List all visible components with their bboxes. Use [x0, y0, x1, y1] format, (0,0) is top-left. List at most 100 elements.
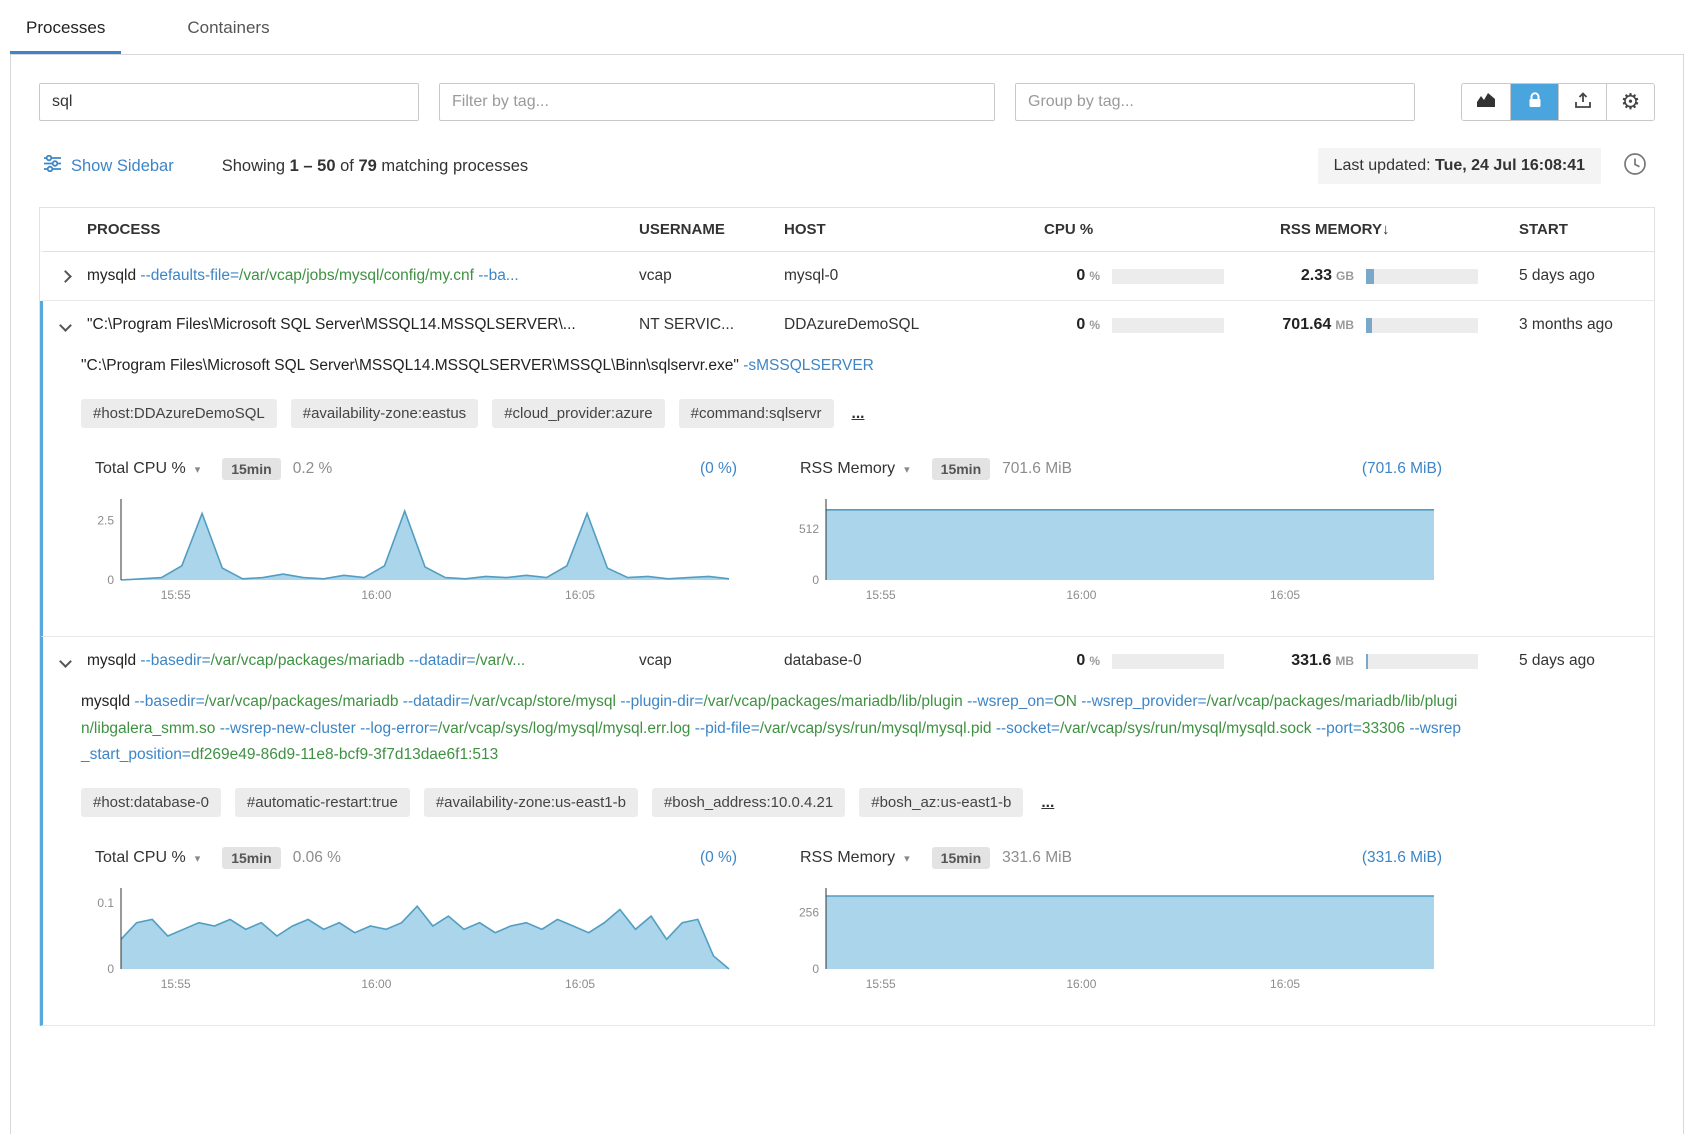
export-button[interactable] [1558, 84, 1606, 120]
svg-text:16:00: 16:00 [1066, 977, 1096, 991]
process-charts: Total CPU % ▾ 15min 0.2 % (0 %) 02.515:5… [81, 452, 1614, 606]
tag-pill[interactable]: #host:database-0 [81, 788, 221, 817]
refresh-timer-button[interactable] [1615, 147, 1655, 185]
svg-text:256: 256 [799, 906, 819, 920]
svg-text:15:55: 15:55 [161, 977, 191, 991]
tab-containers[interactable]: Containers [171, 14, 285, 54]
rss-bar [1366, 654, 1478, 669]
area-chart-icon [1476, 92, 1496, 113]
filter-bar: ⚙ [39, 83, 1655, 121]
process-start: 5 days ago [1489, 267, 1654, 285]
timeseries-view-button[interactable] [1462, 84, 1510, 120]
process-cpu-cell: 0% [1004, 267, 1234, 285]
memory-chart-value: 331.6 MiB [1002, 849, 1072, 867]
memory-chart-max-link[interactable]: (331.6 MiB) [1362, 849, 1442, 867]
column-header-username[interactable]: USERNAME [639, 221, 784, 238]
settings-button[interactable]: ⚙ [1606, 84, 1654, 120]
svg-text:16:00: 16:00 [1066, 588, 1096, 602]
chevron-down-icon[interactable]: ▾ [904, 463, 910, 476]
chevron-down-icon[interactable] [43, 321, 87, 330]
time-window-badge: 15min [932, 458, 990, 480]
process-row: "C:\Program Files\Microsoft SQL Server\M… [40, 301, 1654, 637]
process-host: database-0 [784, 652, 1004, 670]
clock-icon [1621, 150, 1649, 183]
column-header-rss-memory[interactable]: RSS MEMORY↓ [1234, 221, 1489, 238]
tab-processes[interactable]: Processes [10, 14, 121, 54]
process-detail: "C:\Program Files\Microsoft SQL Server\M… [43, 349, 1654, 636]
tag-pill[interactable]: #host:DDAzureDemoSQL [81, 399, 277, 428]
chevron-down-icon[interactable] [43, 657, 87, 666]
cpu-chart-value: 0.06 % [293, 849, 341, 867]
last-updated-label: Last updated: [1334, 157, 1431, 174]
process-row-summary[interactable]: mysqld --defaults-file=/var/vcap/jobs/my… [43, 252, 1654, 300]
svg-text:0: 0 [812, 573, 819, 587]
results-toolbar: Show Sidebar Showing 1 – 50 of 79 matchi… [39, 147, 1655, 185]
tag-pill[interactable]: #automatic-restart:true [235, 788, 410, 817]
group-by-tag-input[interactable] [1015, 83, 1415, 121]
cpu-chart-panel: Total CPU % ▾ 15min 0.06 % (0 %) 00.115:… [81, 841, 741, 995]
search-input[interactable] [39, 83, 419, 121]
cpu-chart-max-link[interactable]: (0 %) [700, 849, 737, 867]
rss-bar [1366, 269, 1478, 284]
more-tags-link[interactable]: ... [1041, 794, 1054, 812]
tag-pill[interactable]: #availability-zone:eastus [291, 399, 478, 428]
process-row-summary[interactable]: "C:\Program Files\Microsoft SQL Server\M… [43, 301, 1654, 349]
tag-pill[interactable]: #bosh_address:10.0.4.21 [652, 788, 845, 817]
cpu-chart-max-link[interactable]: (0 %) [700, 460, 737, 478]
process-table: PROCESS USERNAME HOST CPU % RSS MEMORY↓ … [39, 207, 1655, 1026]
column-header-cpu[interactable]: CPU % [1004, 221, 1234, 238]
memory-sparkline-chart: 0 512 15:55 16:00 16:05 [786, 494, 1446, 606]
process-start: 5 days ago [1489, 652, 1654, 670]
showing-total: 79 [358, 157, 376, 175]
tag-pill[interactable]: #availability-zone:us-east1-b [424, 788, 638, 817]
chevron-right-icon[interactable] [43, 272, 87, 281]
process-rss-cell: 331.6MB [1234, 652, 1489, 670]
cpu-bar [1112, 654, 1224, 669]
chevron-down-icon[interactable]: ▾ [195, 463, 201, 476]
process-row: mysqld --basedir=/var/vcap/packages/mari… [40, 637, 1654, 1026]
svg-text:0: 0 [107, 962, 114, 976]
cpu-chart-title[interactable]: Total CPU % [95, 460, 186, 478]
chevron-down-icon[interactable]: ▾ [904, 852, 910, 865]
cpu-bar [1112, 269, 1224, 284]
time-window-badge: 15min [932, 847, 990, 869]
svg-text:512: 512 [799, 522, 819, 536]
tag-pill[interactable]: #bosh_az:us-east1-b [859, 788, 1023, 817]
svg-text:0: 0 [812, 962, 819, 976]
process-command-summary: "C:\Program Files\Microsoft SQL Server\M… [87, 316, 639, 334]
show-sidebar-button[interactable]: Show Sidebar [43, 155, 174, 177]
svg-text:0: 0 [107, 573, 114, 587]
full-command: "C:\Program Files\Microsoft SQL Server\M… [81, 353, 1461, 379]
last-updated: Last updated: Tue, 24 Jul 16:08:41 [1318, 148, 1601, 184]
memory-chart-panel: RSS Memory ▾ 15min 701.6 MiB (701.6 MiB)… [786, 452, 1446, 606]
show-sidebar-label: Show Sidebar [71, 157, 174, 176]
tag-pill[interactable]: #cloud_provider:azure [492, 399, 664, 428]
rss-bar [1366, 318, 1478, 333]
cpu-chart-panel: Total CPU % ▾ 15min 0.2 % (0 %) 02.515:5… [81, 452, 741, 606]
process-host: DDAzureDemoSQL [784, 316, 1004, 334]
memory-chart-title[interactable]: RSS Memory [800, 460, 895, 478]
chevron-down-icon[interactable]: ▾ [195, 852, 201, 865]
tag-list: #host:DDAzureDemoSQL #availability-zone:e… [81, 399, 1614, 428]
svg-text:16:05: 16:05 [1270, 588, 1300, 602]
lock-view-button[interactable] [1510, 84, 1558, 120]
memory-chart-title[interactable]: RSS Memory [800, 849, 895, 867]
process-rss-cell: 2.33GB [1234, 267, 1489, 285]
svg-text:15:55: 15:55 [866, 588, 896, 602]
column-header-start[interactable]: START [1489, 221, 1654, 238]
svg-text:15:55: 15:55 [866, 977, 896, 991]
process-command-summary: mysqld --basedir=/var/vcap/packages/mari… [87, 652, 639, 670]
svg-text:15:55: 15:55 [161, 588, 191, 602]
process-host: mysql-0 [784, 267, 1004, 285]
column-header-process[interactable]: PROCESS [87, 221, 639, 238]
more-tags-link[interactable]: ... [852, 405, 865, 423]
process-start: 3 months ago [1489, 316, 1654, 334]
process-row-summary[interactable]: mysqld --basedir=/var/vcap/packages/mari… [43, 637, 1654, 685]
column-header-host[interactable]: HOST [784, 221, 1004, 238]
time-window-badge: 15min [222, 458, 280, 480]
tag-pill[interactable]: #command:sqlservr [679, 399, 834, 428]
filter-by-tag-input[interactable] [439, 83, 995, 121]
memory-chart-max-link[interactable]: (701.6 MiB) [1362, 460, 1442, 478]
cpu-chart-title[interactable]: Total CPU % [95, 849, 186, 867]
svg-text:16:00: 16:00 [361, 977, 391, 991]
